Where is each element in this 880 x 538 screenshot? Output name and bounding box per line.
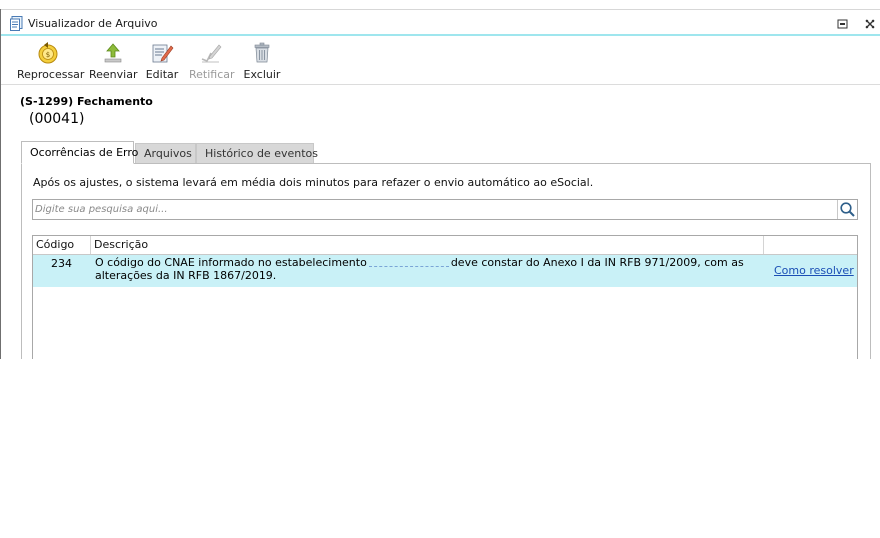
reprocess-label: Reprocessar — [17, 68, 85, 81]
toolbar: $ Reprocessar Reenviar Editar Retificar … — [1, 36, 880, 85]
window-title: Visualizador de Arquivo — [28, 17, 158, 30]
rectify-button[interactable]: Retificar — [189, 41, 235, 81]
error-description-part1: O código do CNAE informado no estabeleci… — [95, 256, 367, 269]
search-input[interactable] — [33, 200, 835, 219]
table-row[interactable]: 234 O código do CNAE informado no estabe… — [33, 255, 857, 287]
search-box — [32, 199, 858, 220]
how-to-fix-link[interactable]: Como resolver — [774, 264, 854, 277]
document-icon — [10, 16, 23, 31]
event-heading: (S-1299) Fechamento — [20, 95, 153, 108]
reprocess-notice: Após os ajustes, o sistema levará em méd… — [33, 176, 594, 189]
column-header-action — [764, 236, 857, 254]
error-occurrences-panel: Após os ajustes, o sistema levará em méd… — [21, 163, 871, 359]
delete-label: Excluir — [243, 68, 281, 81]
redacted-value — [368, 259, 449, 267]
search-icon[interactable] — [837, 200, 857, 219]
resend-button[interactable]: Reenviar — [89, 41, 138, 81]
upload-icon — [104, 43, 122, 63]
reprocess-icon: $ — [38, 42, 58, 64]
edit-button[interactable]: Editar — [145, 41, 179, 81]
delete-button[interactable]: Excluir — [243, 41, 281, 81]
close-icon[interactable] — [863, 17, 877, 31]
event-subheading: (00041) — [29, 111, 85, 127]
reprocess-button[interactable]: $ Reprocessar — [17, 41, 85, 81]
svg-text:$: $ — [46, 51, 50, 59]
file-viewer-window: Visualizador de Arquivo $ Reprocessar Re… — [0, 9, 880, 359]
column-header-description[interactable]: Descrição — [91, 236, 764, 254]
edit-label: Editar — [145, 68, 179, 81]
title-bar: Visualizador de Arquivo — [1, 11, 880, 33]
tab-files[interactable]: Arquivos — [135, 143, 196, 164]
rectify-label: Retificar — [189, 68, 235, 81]
edit-icon — [152, 44, 174, 63]
column-header-code[interactable]: Código — [33, 236, 91, 254]
error-code: 234 — [51, 257, 72, 270]
trash-icon — [254, 42, 270, 63]
resend-label: Reenviar — [89, 68, 138, 81]
window-top-border — [1, 9, 880, 10]
rectify-icon — [201, 44, 222, 63]
errors-table: Código Descrição 234 O código do CNAE in… — [32, 235, 858, 359]
error-description: O código do CNAE informado no estabeleci… — [95, 256, 765, 282]
tab-error-occurrences[interactable]: Ocorrências de Erro — [21, 141, 138, 164]
restore-icon[interactable] — [836, 17, 850, 31]
tab-event-history[interactable]: Histórico de eventos — [196, 143, 318, 164]
table-header: Código Descrição — [33, 236, 857, 255]
